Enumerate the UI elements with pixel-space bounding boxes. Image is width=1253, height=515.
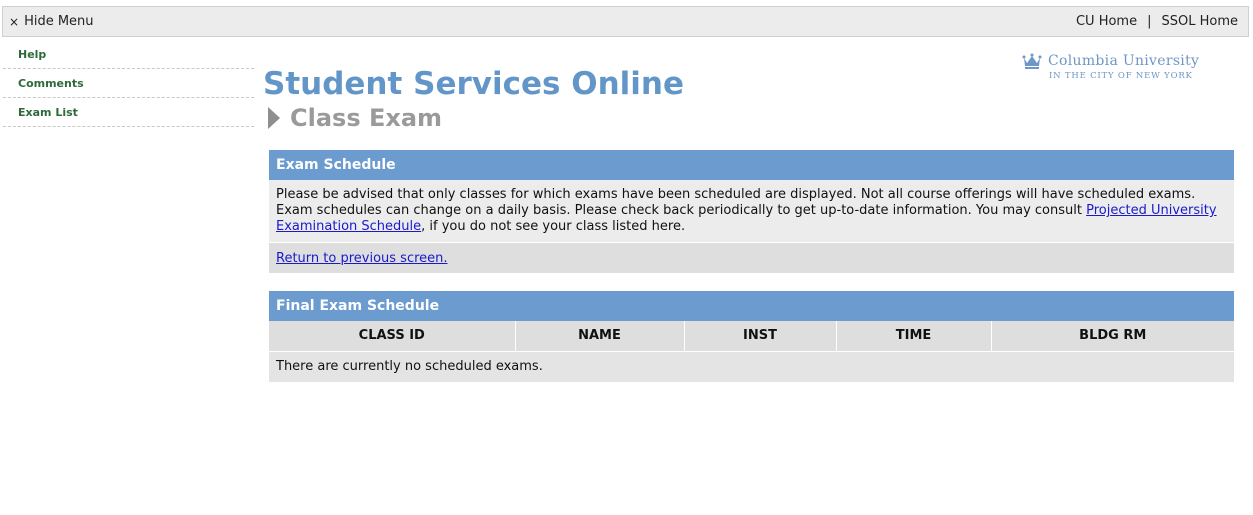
close-icon: ×	[9, 14, 20, 29]
table-row: There are currently no scheduled exams.	[269, 350, 1234, 382]
ssol-home-link[interactable]: SSOL Home	[1161, 14, 1238, 29]
sidebar-item-help[interactable]: Help	[3, 40, 254, 69]
hide-menu-label: Hide Menu	[24, 14, 94, 29]
sidebar: Help Comments Exam List	[3, 40, 254, 127]
hide-menu-button[interactable]: × Hide Menu	[9, 14, 94, 29]
link-separator: |	[1147, 14, 1152, 29]
return-row: Return to previous screen.	[269, 243, 1234, 273]
site-title: Student Services Online	[263, 66, 684, 102]
final-exam-table: CLASS ID NAME INST TIME BLDG RM There ar…	[269, 321, 1234, 382]
table-header-row: CLASS ID NAME INST TIME BLDG RM	[269, 321, 1234, 351]
column-header-class-id: CLASS ID	[269, 321, 516, 351]
column-header-inst: INST	[684, 321, 837, 351]
return-link[interactable]: Return to previous screen.	[276, 251, 448, 266]
crown-icon	[1022, 53, 1042, 69]
page-title: Class Exam	[290, 104, 443, 132]
notice-text: Please be advised that only classes for …	[276, 187, 1196, 218]
notice-text-end: , if you do not see your class listed he…	[421, 219, 686, 234]
triangle-right-icon	[268, 107, 280, 129]
logo-subtitle: IN THE CITY OF NEW YORK	[1049, 71, 1193, 81]
exam-schedule-header: Exam Schedule	[269, 150, 1234, 180]
top-links: CU Home | SSOL Home	[1076, 14, 1238, 29]
logo-name: Columbia University	[1048, 53, 1200, 69]
empty-message: There are currently no scheduled exams.	[269, 350, 1234, 382]
sidebar-item-comments[interactable]: Comments	[3, 69, 254, 98]
sidebar-item-exam-list[interactable]: Exam List	[3, 98, 254, 127]
top-bar: × Hide Menu CU Home | SSOL Home	[2, 6, 1249, 37]
columbia-logo[interactable]: Columbia University IN THE CITY OF NEW Y…	[1022, 52, 1234, 81]
final-exam-panel: Final Exam Schedule CLASS ID NAME INST T…	[269, 291, 1234, 382]
cu-home-link[interactable]: CU Home	[1076, 14, 1137, 29]
final-exam-header: Final Exam Schedule	[269, 291, 1234, 321]
page-title-row: Class Exam	[268, 104, 442, 132]
column-header-bldg-rm: BLDG RM	[991, 321, 1234, 351]
column-header-name: NAME	[515, 321, 685, 351]
exam-schedule-notice: Please be advised that only classes for …	[269, 180, 1234, 243]
exam-schedule-panel: Exam Schedule Please be advised that onl…	[269, 150, 1234, 273]
column-header-time: TIME	[836, 321, 992, 351]
